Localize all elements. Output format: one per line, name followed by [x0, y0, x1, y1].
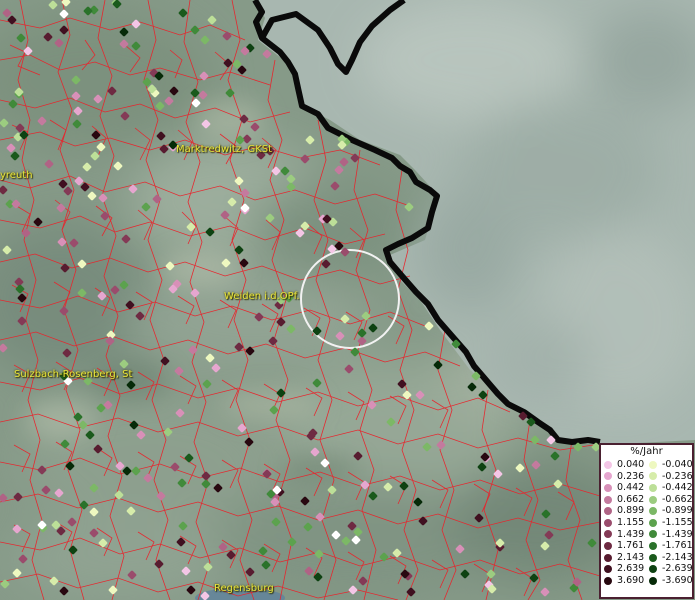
legend-swatch	[604, 495, 612, 504]
legend-swatch	[604, 541, 612, 550]
legend-swatch	[649, 483, 657, 492]
legend-value: -0.662	[662, 493, 693, 505]
legend-value: 1.761	[617, 540, 645, 552]
legend-row: 2.143 -2.143	[603, 552, 693, 564]
legend-swatch	[649, 472, 657, 481]
legend-swatch	[604, 518, 612, 527]
legend-swatch	[604, 576, 612, 585]
legend-swatch	[649, 507, 657, 516]
legend-row: 3.690 -3.690	[603, 575, 693, 587]
place-label-bayreuth: yreuth	[0, 170, 33, 181]
legend-value: -2.639	[662, 563, 693, 575]
place-label-regensburg: Regensburg	[214, 583, 274, 594]
legend-swatch	[604, 483, 612, 492]
legend-entry-positive: 0.040	[603, 459, 648, 471]
legend-swatch	[604, 565, 612, 574]
legend-row: 0.236 -0.236	[603, 471, 693, 483]
legend-entry-negative: -0.040	[648, 459, 693, 471]
legend-value: 3.690	[617, 574, 645, 586]
legend-entry-negative: -1.761	[648, 540, 693, 552]
legend-title: %/Jahr	[630, 446, 663, 457]
legend-value: -0.899	[662, 505, 693, 517]
legend-value: 0.236	[617, 470, 645, 482]
legend-value: 0.040	[617, 459, 645, 470]
legend-entry-negative: -2.143	[648, 552, 693, 564]
legend-entry-positive: 0.899	[603, 505, 648, 517]
legend-entry-negative: -3.690	[648, 575, 693, 587]
legend-row: 1.761 -1.761	[603, 540, 693, 552]
legend-entry-positive: 0.662	[603, 494, 648, 506]
legend-swatch	[604, 507, 612, 516]
legend-entry-negative: -0.236	[648, 471, 693, 483]
legend-entry-positive: 1.761	[603, 540, 648, 552]
legend-value: 1.155	[617, 516, 645, 528]
legend-swatch	[649, 518, 657, 527]
legend-value: -0.442	[662, 482, 693, 494]
place-label-marktredwitz: Marktredwitz, GKSt	[176, 144, 273, 155]
legend-row: 0.040 -0.040	[603, 459, 693, 471]
legend-swatch	[649, 576, 657, 585]
legend-swatch	[649, 495, 657, 504]
legend-entry-positive: 1.155	[603, 517, 648, 529]
legend-row: 0.899 -0.899	[603, 505, 693, 517]
legend-swatch	[649, 553, 657, 562]
legend-entry-positive: 1.439	[603, 529, 648, 541]
place-label-sulzbach-rosenberg: Sulzbach-Rosenberg, St	[14, 369, 133, 380]
legend-swatch	[604, 530, 612, 539]
legend-rows: 0.040 -0.040 0.236 -0.236 0.442 -0.442 0.662 -0…	[603, 459, 693, 587]
legend-row: 1.155 -1.155	[603, 517, 693, 529]
legend-entry-negative: -0.662	[648, 494, 693, 506]
legend-swatch	[604, 553, 612, 562]
legend-swatch	[604, 472, 612, 481]
legend-row: 0.662 -0.662	[603, 494, 693, 506]
legend-row: 0.442 -0.442	[603, 482, 693, 494]
legend-entry-negative: -2.639	[648, 563, 693, 575]
legend-value: -1.155	[662, 516, 693, 528]
legend-entry-positive: 0.442	[603, 482, 648, 494]
legend-row: 2.639 -2.639	[603, 563, 693, 575]
legend-value: 0.442	[617, 482, 645, 494]
legend-value: 2.143	[617, 551, 645, 563]
legend: %/Jahr 0.040 -0.040 0.236 -0.236 0.442 -0.442…	[599, 443, 694, 599]
place-label-weiden: Weiden i.d.OPf.	[224, 291, 300, 302]
legend-entry-positive: 2.143	[603, 552, 648, 564]
legend-entry-negative: -1.155	[648, 517, 693, 529]
legend-swatch	[649, 565, 657, 574]
legend-value: -1.761	[662, 540, 693, 552]
legend-swatch	[604, 460, 612, 469]
legend-swatch	[649, 460, 657, 469]
legend-row: 1.439 -1.439	[603, 529, 693, 541]
legend-value: -0.040	[662, 459, 693, 470]
legend-value: -3.690	[662, 574, 693, 586]
legend-entry-positive: 2.639	[603, 563, 648, 575]
map-canvas[interactable]	[0, 0, 695, 600]
legend-entry-negative: -0.442	[648, 482, 693, 494]
legend-value: 2.639	[617, 563, 645, 575]
legend-entry-positive: 0.236	[603, 471, 648, 483]
legend-value: -2.143	[662, 551, 693, 563]
legend-swatch	[649, 530, 657, 539]
legend-value: 1.439	[617, 528, 645, 540]
legend-entry-positive: 3.690	[603, 575, 648, 587]
legend-entry-negative: -1.439	[648, 529, 693, 541]
legend-value: -0.236	[662, 470, 693, 482]
legend-value: 0.899	[617, 505, 645, 517]
legend-entry-negative: -0.899	[648, 505, 693, 517]
legend-swatch	[649, 541, 657, 550]
legend-value: -1.439	[662, 528, 693, 540]
legend-value: 0.662	[617, 493, 645, 505]
